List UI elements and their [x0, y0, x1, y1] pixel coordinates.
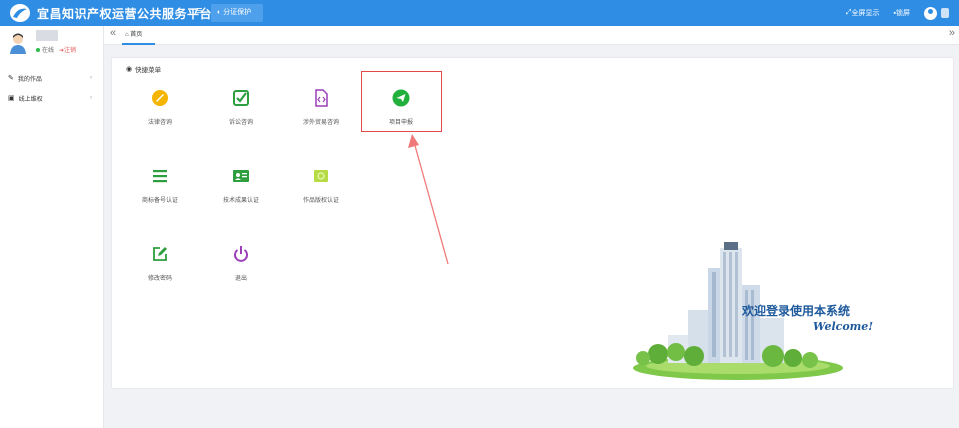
- book-icon: ✎: [8, 75, 14, 82]
- panel-header: ◉ 快捷菜单: [126, 64, 161, 74]
- top-bar: 宜昌知识产权运营公共服务平台 ≡ ◐ 分证保护 ⤢ 全屏显示 ▪ 锁屏: [0, 0, 959, 26]
- top-tab-active[interactable]: ◐ 分证保护: [211, 4, 263, 22]
- quick-item-foreign-trade-consult[interactable]: 涉外贸易咨询: [286, 85, 356, 141]
- sidebar-item-label: 线上维权: [18, 96, 43, 103]
- quick-item-legal-consult[interactable]: 法律咨询: [125, 85, 195, 141]
- tab-home[interactable]: ⌂ 首页: [122, 26, 155, 45]
- power-icon: [234, 246, 248, 262]
- logout-label: 注销: [64, 48, 77, 54]
- welcome-text-cn: 欢迎登录使用本系统: [742, 304, 851, 318]
- id-card-icon: [233, 170, 249, 182]
- highlight-box: [361, 71, 442, 132]
- quick-item-copyright-cert[interactable]: 作品版权认证: [286, 163, 356, 219]
- home-icon: ⌂: [125, 32, 129, 38]
- user-name: [36, 30, 58, 41]
- top-username[interactable]: [941, 8, 949, 18]
- lock-screen-button[interactable]: ▪ 锁屏: [894, 8, 910, 18]
- quick-item-trademark-cert[interactable]: 商标备号认证: [125, 163, 195, 219]
- globe-icon: ◉: [126, 66, 133, 73]
- quick-item-label: 退出: [234, 276, 247, 282]
- edit-icon: [153, 247, 167, 261]
- app-logo: [10, 4, 30, 22]
- app-title: 宜昌知识产权运营公共服务平台: [37, 7, 213, 21]
- quick-item-label: 技术成果认证: [222, 198, 259, 204]
- quick-item-exit[interactable]: 退出: [206, 241, 276, 297]
- quick-item-label: 诉讼咨询: [228, 120, 253, 126]
- tab-home-label: 首页: [130, 32, 143, 38]
- check-square-icon: [233, 90, 249, 106]
- legal-icon: [152, 90, 168, 106]
- online-status-label: 在线: [42, 48, 55, 54]
- user-avatar: [8, 32, 28, 54]
- tab-scroll-right-button[interactable]: »: [949, 27, 955, 39]
- quick-item-label: 法律咨询: [147, 120, 172, 126]
- tab-strip: « ⌂ 首页 »: [104, 26, 959, 45]
- copyright-icon: [314, 170, 328, 182]
- quick-item-change-password[interactable]: 修改密码: [125, 241, 195, 297]
- sidebar-item-my-works[interactable]: ✎ 我的作品 ‹: [8, 71, 96, 85]
- sidebar: 在线 ➜注销 ✎ 我的作品 ‹ ▣ 线上维权 ‹: [0, 26, 104, 428]
- quick-item-label: 商标备号认证: [141, 198, 178, 204]
- quick-item-label: 作品版权认证: [302, 198, 339, 204]
- briefcase-icon: ▣: [8, 95, 15, 102]
- user-status: 在线 ➜注销: [36, 45, 76, 54]
- quick-item-label: 涉外贸易咨询: [302, 120, 339, 126]
- menu-toggle-icon[interactable]: ≡: [196, 5, 202, 17]
- fullscreen-label: 全屏显示: [851, 10, 880, 17]
- quick-item-litigation-consult[interactable]: 诉讼咨询: [206, 85, 276, 141]
- chevron-left-icon: ‹: [90, 95, 92, 101]
- chevron-left-icon: ‹: [90, 75, 92, 81]
- list-icon: [153, 170, 167, 183]
- tab-scroll-left-button[interactable]: «: [110, 27, 116, 39]
- lock-screen-label: 锁屏: [896, 10, 910, 17]
- annotation-arrow: [408, 134, 449, 265]
- quick-item-tech-achievement-cert[interactable]: 技术成果认证: [206, 163, 276, 219]
- fullscreen-button[interactable]: ⤢ 全屏显示: [846, 8, 880, 18]
- sidebar-item-label: 我的作品: [17, 76, 42, 83]
- panel-title: 快捷菜单: [135, 67, 162, 74]
- logout-link[interactable]: ➜注销: [59, 45, 76, 54]
- online-dot-icon: [36, 47, 40, 52]
- quick-item-label: 修改密码: [147, 276, 172, 282]
- top-right-toolbar: ⤢ 全屏显示 ▪ 锁屏: [832, 0, 949, 26]
- top-user-avatar[interactable]: [924, 6, 937, 20]
- code-file-icon: [315, 89, 328, 107]
- sidebar-item-online-rights[interactable]: ▣ 线上维权 ‹: [8, 91, 96, 105]
- welcome-text-en: Welcome!: [813, 320, 874, 333]
